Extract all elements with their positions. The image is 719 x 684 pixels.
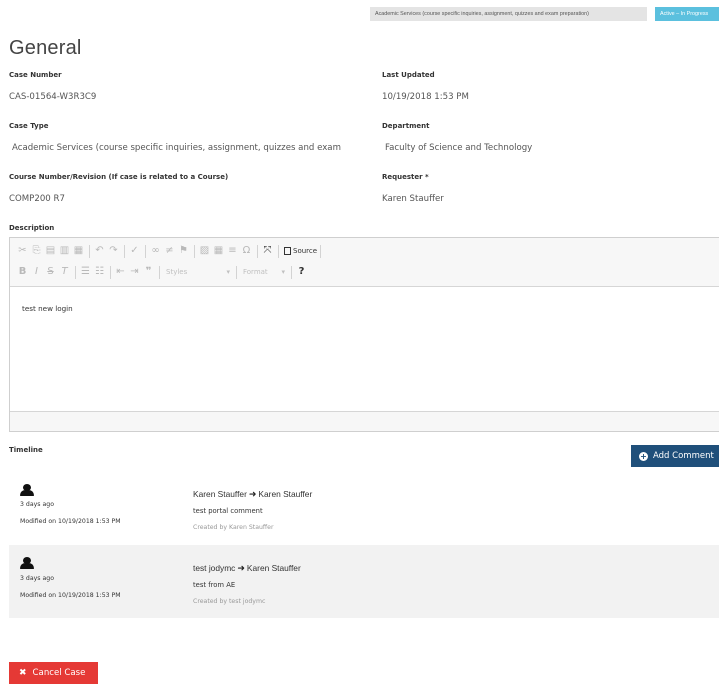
timeline-to: Karen Stauffer <box>246 563 301 573</box>
paste-icon[interactable]: ▤ <box>44 244 57 258</box>
editor-toolbar: ✂ ⎘ ▤ ▥ ▦ ↶ ↷ ✓ ∞ ≠ ⚑ ▨ ▦ ≡ Ω ⤧ Source B… <box>10 238 719 287</box>
toolbar-separator <box>159 265 160 279</box>
chevron-down-icon: ▾ <box>226 268 230 276</box>
maximize-icon[interactable]: ⤧ <box>261 244 274 258</box>
toolbar-separator <box>75 265 76 279</box>
format-dropdown[interactable]: Format ▾ <box>240 266 288 278</box>
timeline-created-by: Created by Karen Stauffer <box>193 524 274 531</box>
link-icon[interactable]: ∞ <box>149 244 162 258</box>
paste-word-icon[interactable]: ▦ <box>72 244 85 258</box>
strike-icon[interactable]: S <box>44 265 57 279</box>
arrow-right-icon: ➜ <box>237 563 245 573</box>
format-label: Format <box>243 268 268 276</box>
timeline-label: Timeline <box>9 446 43 454</box>
timeline-to: Karen Stauffer <box>258 489 313 499</box>
special-char-icon[interactable]: Ω <box>240 244 253 258</box>
timeline-ago: 3 days ago <box>20 575 54 582</box>
anchor-icon[interactable]: ⚑ <box>177 244 190 258</box>
plus-circle-icon: + <box>639 452 648 461</box>
toolbar-separator <box>278 244 279 258</box>
status-badge: Active – In Progress <box>655 7 719 21</box>
timeline-item: 3 days ago Modified on 10/19/2018 1:53 P… <box>9 545 719 618</box>
source-button[interactable]: Source <box>284 247 317 255</box>
add-comment-label: Add Comment <box>653 451 714 461</box>
toolbar-separator <box>320 244 322 258</box>
timeline-modified: Modified on 10/19/2018 1:53 PM <box>20 592 121 599</box>
cut-icon[interactable]: ✂ <box>16 244 29 258</box>
case-type-label: Case Type <box>9 122 49 130</box>
timeline-from: test jodymc <box>193 563 236 573</box>
timeline-text: test from AE <box>193 581 236 589</box>
course-field[interactable]: COMP200 R7 <box>9 194 65 204</box>
arrow-right-icon: ➜ <box>248 489 257 499</box>
cancel-case-button[interactable]: ✖ Cancel Case <box>9 662 98 684</box>
last-updated-label: Last Updated <box>382 71 435 79</box>
description-label: Description <box>9 224 55 232</box>
indent-icon[interactable]: ⇥ <box>128 265 141 279</box>
timeline-item: 3 days ago Modified on 10/19/2018 1:53 P… <box>9 472 719 545</box>
timeline-modified: Modified on 10/19/2018 1:53 PM <box>20 518 121 525</box>
requester-field[interactable]: Karen Stauffer <box>382 194 444 204</box>
styles-label: Styles <box>166 268 188 276</box>
undo-icon[interactable]: ↶ <box>93 244 106 258</box>
timeline-ago: 3 days ago <box>20 501 54 508</box>
editor-content[interactable]: test new login <box>22 304 73 313</box>
last-updated-value: 10/19/2018 1:53 PM <box>382 92 469 102</box>
toolbar-separator <box>124 244 125 258</box>
timeline-from: Karen Stauffer <box>193 489 247 499</box>
styles-dropdown[interactable]: Styles ▾ <box>163 266 233 278</box>
bold-icon[interactable]: B <box>16 265 29 279</box>
help-icon[interactable]: ? <box>295 265 308 279</box>
unlink-icon[interactable]: ≠ <box>163 244 176 258</box>
blockquote-icon[interactable]: ❞ <box>142 265 155 279</box>
redo-icon[interactable]: ↷ <box>107 244 120 258</box>
case-number-label: Case Number <box>9 71 62 79</box>
spellcheck-icon[interactable]: ✓ <box>128 244 141 258</box>
case-type-field[interactable]: Academic Services (course specific inqui… <box>12 143 374 153</box>
horizontal-rule-icon[interactable]: ≡ <box>226 244 239 258</box>
timeline-participants: Karen Stauffer ➜ Karen Stauffer <box>193 489 312 500</box>
copy-icon[interactable]: ⎘ <box>30 244 43 258</box>
page-title: General <box>9 37 82 59</box>
timeline-participants: test jodymc ➜ Karen Stauffer <box>193 563 301 574</box>
category-badge: Academic Services (course specific inqui… <box>370 7 647 21</box>
numbered-list-icon[interactable]: ☰ <box>79 265 92 279</box>
outdent-icon[interactable]: ⇤ <box>114 265 127 279</box>
toolbar-separator <box>194 244 195 258</box>
description-editor: ✂ ⎘ ▤ ▥ ▦ ↶ ↷ ✓ ∞ ≠ ⚑ ▨ ▦ ≡ Ω ⤧ Source B… <box>9 237 719 432</box>
user-icon <box>20 484 34 496</box>
editor-statusbar <box>10 411 719 431</box>
paste-text-icon[interactable]: ▥ <box>58 244 71 258</box>
toolbar-separator <box>145 244 146 258</box>
department-field[interactable]: Faculty of Science and Technology <box>385 143 532 153</box>
timeline-text: test portal comment <box>193 507 263 515</box>
user-icon <box>20 557 34 569</box>
image-icon[interactable]: ▨ <box>198 244 211 258</box>
timeline-created-by: Created by test jodymc <box>193 598 266 605</box>
toolbar-separator <box>257 244 258 258</box>
table-icon[interactable]: ▦ <box>212 244 225 258</box>
remove-format-icon[interactable]: T <box>58 265 71 279</box>
bulleted-list-icon[interactable]: ☷ <box>93 265 106 279</box>
chevron-down-icon: ▾ <box>281 268 285 276</box>
department-label: Department <box>382 122 430 130</box>
add-comment-button[interactable]: + Add Comment <box>631 445 719 467</box>
case-number-value: CAS-01564-W3R3C9 <box>9 92 97 102</box>
toolbar-separator <box>89 244 90 258</box>
source-label: Source <box>293 247 318 255</box>
course-label: Course Number/Revision (If case is relat… <box>9 173 229 181</box>
source-icon <box>284 247 291 255</box>
toolbar-separator <box>110 265 111 279</box>
cancel-case-label: Cancel Case <box>32 668 86 678</box>
toolbar-separator <box>291 265 292 279</box>
close-icon: ✖ <box>19 668 27 678</box>
requester-label: Requester * <box>382 173 429 181</box>
italic-icon[interactable]: I <box>30 265 43 279</box>
toolbar-separator <box>236 265 237 279</box>
